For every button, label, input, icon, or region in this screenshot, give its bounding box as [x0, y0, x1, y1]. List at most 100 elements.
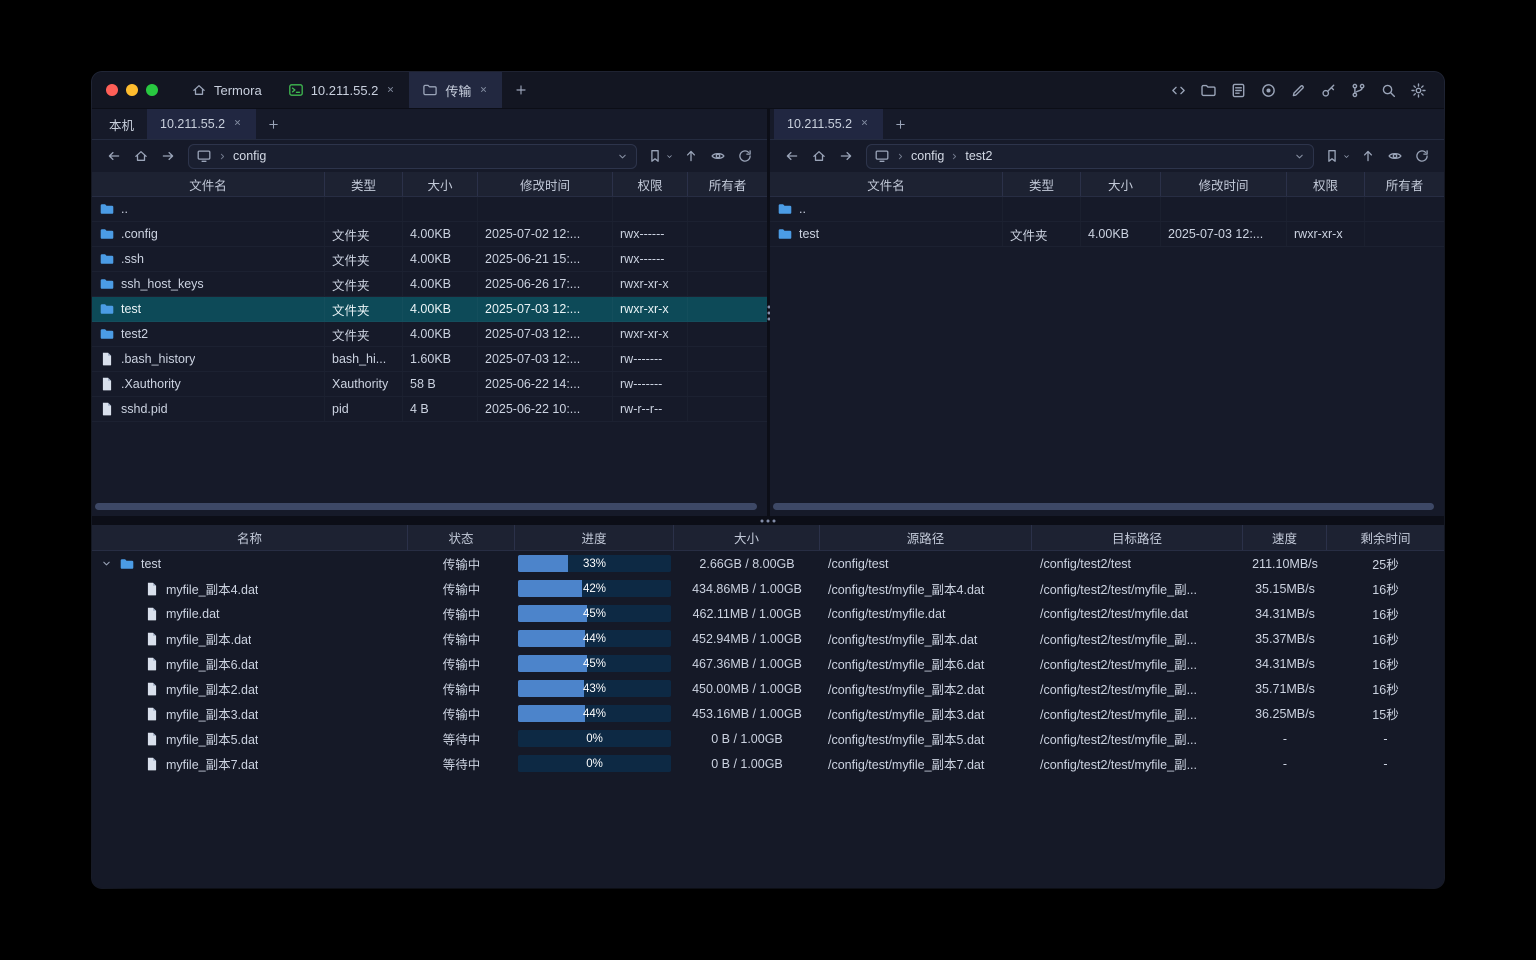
column-header[interactable]: 源路径 [820, 525, 1032, 550]
up-directory-button[interactable] [678, 143, 704, 169]
breadcrumb-item[interactable]: test2 [965, 149, 992, 163]
code-snippets-button[interactable] [1165, 77, 1192, 103]
transfer-row[interactable]: myfile_副本3.dat传输中44%453.16MB / 1.00GB/co… [92, 701, 1444, 726]
up-directory-button[interactable] [1355, 143, 1381, 169]
column-header[interactable]: 状态 [408, 525, 515, 550]
file-name: .ssh [121, 252, 144, 266]
left_panel-tab-1[interactable]: 10.211.55.2 [147, 109, 256, 139]
transfer-row[interactable]: myfile_副本6.dat传输中45%467.36MB / 1.00GB/co… [92, 651, 1444, 676]
breadcrumb-item[interactable]: config [233, 149, 266, 163]
close-tab-button[interactable] [232, 117, 243, 131]
file-row[interactable]: .bash_historybash_hi...1.60KB2025-07-03 … [92, 347, 767, 372]
refresh-button[interactable] [732, 143, 758, 169]
close-tab-button[interactable] [859, 117, 870, 131]
file-row[interactable]: .. [770, 197, 1444, 222]
column-header[interactable]: 类型 [1003, 172, 1081, 196]
new-file-tab-button[interactable] [256, 109, 291, 139]
forward-button[interactable] [155, 143, 181, 169]
titlebar-tab-0[interactable]: Termora [178, 72, 275, 108]
column-header[interactable]: 大小 [1081, 172, 1161, 196]
breadcrumb-item[interactable]: config [911, 149, 944, 163]
file-row[interactable]: test文件夹4.00KB2025-07-03 12:...rwxr-xr-x [770, 222, 1444, 247]
horizontal-splitter[interactable] [92, 516, 1444, 525]
record-button[interactable] [1255, 77, 1282, 103]
column-header[interactable]: 所有者 [1365, 172, 1444, 196]
home-button[interactable] [128, 143, 154, 169]
right_panel-tab-0[interactable]: 10.211.55.2 [774, 109, 883, 139]
horizontal-scrollbar[interactable] [95, 503, 764, 510]
edit-button[interactable] [1285, 77, 1312, 103]
file-panes: 本机10.211.55.2config文件名类型大小修改时间权限所有者...co… [92, 109, 1444, 516]
column-header[interactable]: 修改时间 [1161, 172, 1287, 196]
show-hidden-button[interactable] [1382, 143, 1408, 169]
transfer-speed: 35.37MB/s [1243, 626, 1327, 651]
file-row[interactable]: .config文件夹4.00KB2025-07-02 12:...rwx----… [92, 222, 767, 247]
bookmark-button[interactable] [644, 143, 677, 169]
new-file-tab-button[interactable] [883, 109, 918, 139]
back-button[interactable] [101, 143, 127, 169]
zoom-window-button[interactable] [146, 84, 158, 96]
column-header[interactable]: 进度 [515, 525, 674, 550]
left_panel-tab-0[interactable]: 本机 [96, 109, 147, 139]
column-header[interactable]: 大小 [403, 172, 478, 196]
file-row[interactable]: .ssh文件夹4.00KB2025-06-21 15:...rwx------ [92, 247, 767, 272]
back-button[interactable] [779, 143, 805, 169]
file-row[interactable]: .. [92, 197, 767, 222]
refresh-button[interactable] [1409, 143, 1435, 169]
column-header[interactable]: 剩余时间 [1327, 525, 1444, 550]
column-header[interactable]: 权限 [613, 172, 688, 196]
new-window-tab-button[interactable] [502, 72, 540, 108]
file-type: 文件夹 [325, 297, 403, 321]
column-header[interactable]: 名称 [92, 525, 408, 550]
settings-button[interactable] [1405, 77, 1432, 103]
keys-button[interactable] [1315, 77, 1342, 103]
file-row[interactable]: test2文件夹4.00KB2025-07-03 12:...rwxr-xr-x [92, 322, 767, 347]
file-row[interactable]: ssh_host_keys文件夹4.00KB2025-06-26 17:...r… [92, 272, 767, 297]
close-window-button[interactable] [106, 84, 118, 96]
column-header[interactable]: 修改时间 [478, 172, 613, 196]
file-owner [688, 347, 767, 371]
search-button[interactable] [1375, 77, 1402, 103]
titlebar-tab-2[interactable]: 传输 [409, 72, 502, 108]
column-header[interactable]: 大小 [674, 525, 820, 550]
transfer-row[interactable]: myfile_副本4.dat传输中42%434.86MB / 1.00GB/co… [92, 576, 1444, 601]
close-tab-button[interactable] [385, 83, 396, 98]
target-path: /config/test2/test [1032, 551, 1243, 576]
file-row[interactable]: sshd.pidpid4 B2025-06-22 10:...rw-r--r-- [92, 397, 767, 422]
file-type: Xauthority [325, 372, 403, 396]
file-type: bash_hi... [325, 347, 403, 371]
column-header[interactable]: 类型 [325, 172, 403, 196]
transfer-row[interactable]: myfile_副本2.dat传输中43%450.00MB / 1.00GB/co… [92, 676, 1444, 701]
transfer-row[interactable]: test传输中33%2.66GB / 8.00GB/config/test/co… [92, 551, 1444, 576]
log-viewer-button[interactable] [1225, 77, 1252, 103]
path-bar[interactable]: config [188, 144, 637, 169]
show-hidden-button[interactable] [705, 143, 731, 169]
horizontal-scrollbar[interactable] [773, 503, 1441, 510]
column-header[interactable]: 目标路径 [1032, 525, 1243, 550]
transfer-speed: 36.25MB/s [1243, 701, 1327, 726]
home-button[interactable] [806, 143, 832, 169]
minimize-window-button[interactable] [126, 84, 138, 96]
bookmark-button[interactable] [1321, 143, 1354, 169]
file-row[interactable]: .XauthorityXauthority58 B2025-06-22 14:.… [92, 372, 767, 397]
column-header[interactable]: 文件名 [92, 172, 325, 196]
transfer-row[interactable]: myfile_副本7.dat等待中0%0 B / 1.00GB/config/t… [92, 751, 1444, 776]
transfer-size: 462.11MB / 1.00GB [674, 601, 820, 626]
transfer-row[interactable]: myfile_副本.dat传输中44%452.94MB / 1.00GB/con… [92, 626, 1444, 651]
transfer-row[interactable]: myfile.dat传输中45%462.11MB / 1.00GB/config… [92, 601, 1444, 626]
port-forwarding-button[interactable] [1345, 77, 1372, 103]
folder-fill-icon [119, 556, 135, 572]
path-bar[interactable]: config test2 [866, 144, 1314, 169]
forward-button[interactable] [833, 143, 859, 169]
file-row[interactable]: test文件夹4.00KB2025-07-03 12:...rwxr-xr-x [92, 297, 767, 322]
transfer-row[interactable]: myfile_副本5.dat等待中0%0 B / 1.00GB/config/t… [92, 726, 1444, 751]
titlebar-tab-1[interactable]: 10.211.55.2 [275, 72, 410, 108]
transfer-size: 2.66GB / 8.00GB [674, 551, 820, 576]
file-manager-button[interactable] [1195, 77, 1222, 103]
column-header[interactable]: 文件名 [770, 172, 1003, 196]
close-tab-button[interactable] [478, 83, 489, 98]
column-header[interactable]: 速度 [1243, 525, 1327, 550]
file-table-header: 文件名类型大小修改时间权限所有者 [92, 172, 767, 197]
column-header[interactable]: 所有者 [688, 172, 767, 196]
column-header[interactable]: 权限 [1287, 172, 1365, 196]
